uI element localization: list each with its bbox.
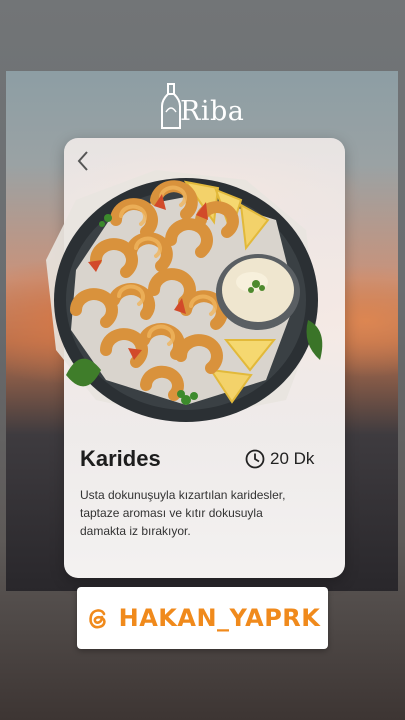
dish-title: Karides	[80, 446, 161, 471]
shrimp-plate-image	[46, 170, 323, 422]
clock-icon	[245, 449, 265, 469]
threads-icon	[88, 609, 106, 629]
prep-time: 20 Dk	[245, 449, 314, 469]
description-line: Usta dokunuşuyla kızartılan karidesler,	[80, 488, 286, 502]
brand-name: Riba	[180, 95, 245, 127]
wine-bottle-icon	[161, 83, 181, 129]
handle-text: HAKAN_YAPRK	[118, 604, 321, 632]
threads-handle-sticker[interactable]: HAKAN_YAPRK	[77, 587, 328, 649]
prep-time-label: 20 Dk	[270, 449, 315, 468]
brand-logo: Riba	[160, 78, 260, 134]
description-line: taptaze aroması ve kıtır dokusuyla	[80, 506, 263, 520]
description-line: damakta iz bırakıyor.	[80, 524, 191, 538]
dish-description: Usta dokunuşuyla kızartılan karidesler, …	[80, 486, 330, 540]
